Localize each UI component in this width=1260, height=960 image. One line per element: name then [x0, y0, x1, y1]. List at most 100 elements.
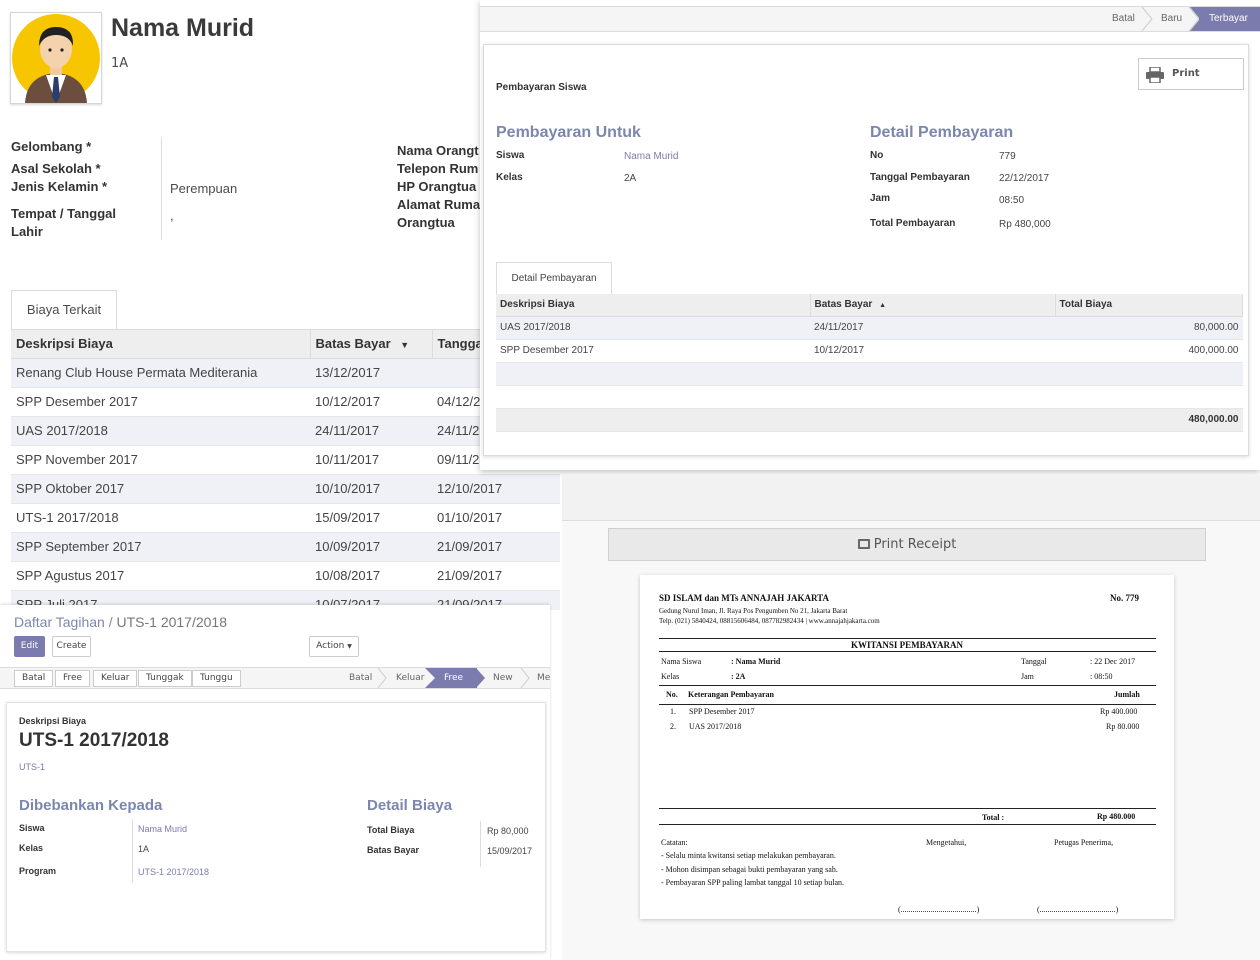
printer-icon	[1146, 67, 1164, 83]
field-value-jam: 08:50	[999, 195, 1025, 206]
breadcrumb-current: UTS-1 2017/2018	[116, 614, 228, 630]
catatan-label: Catatan:	[661, 838, 688, 847]
field-divider	[480, 821, 481, 867]
receipt-phone: Telp. (021) 5840424, 08815606484, 087782…	[659, 617, 880, 625]
field-value-no: 779	[999, 151, 1016, 162]
edit-button[interactable]: Edit	[14, 636, 45, 657]
signature-line: (......................................)	[898, 905, 980, 914]
table-row[interactable]: SPP November 2017 10/11/2017 09/11/2	[11, 445, 560, 475]
field-link-siswa[interactable]: Nama Murid	[624, 151, 678, 162]
table-row[interactable]: UAS 2017/2018 24/11/2017 80,000.00	[496, 316, 1243, 340]
field-label-total-pembayaran: Total Pembayaran	[870, 218, 956, 229]
status-step-terbayar[interactable]: Terbayar	[1199, 7, 1260, 31]
tab-biaya-terkait[interactable]: Biaya Terkait	[11, 290, 117, 330]
status-step-me[interactable]: Me	[528, 668, 550, 688]
field-value-tempat-tanggal[interactable]: ,	[170, 208, 174, 223]
field-divider	[132, 819, 133, 883]
field-link-program[interactable]: UTS-1 2017/2018	[138, 867, 209, 877]
batal-button[interactable]: Batal	[14, 670, 54, 687]
status-step-batal[interactable]: Batal	[1102, 7, 1145, 31]
column-header-batas-bayar[interactable]: Batas Bayar ▲	[810, 294, 1056, 317]
table-row[interactable]: SPP Agustus 2017 10/08/2017 21/09/2017	[11, 561, 560, 591]
status-step-free[interactable]: Free	[435, 668, 477, 688]
table-row[interactable]: UAS 2017/2018 24/11/2017 24/11/2	[11, 416, 560, 446]
column-header-total-biaya[interactable]: Total Biaya	[1055, 294, 1243, 317]
breadcrumb-parent[interactable]: Daftar Tagihan	[14, 614, 105, 630]
section-title-dibebankan: Dibebankan Kepada	[19, 797, 163, 814]
field-label-tanggal-pembayaran: Tanggal Pembayaran	[870, 172, 970, 183]
action-dropdown[interactable]: Action ▼	[309, 636, 359, 657]
field-label-batas-bayar: Batas Bayar	[367, 845, 420, 855]
field-value-total-biaya: Rp 80,000	[487, 826, 529, 836]
value-nama-siswa: : Nama Murid	[731, 657, 781, 666]
field-label-orangtua: Orangtua	[397, 215, 455, 230]
field-value-batas-bayar: 15/09/2017	[487, 846, 533, 856]
label-jam: Jam	[1021, 672, 1034, 681]
label-kelas: Kelas	[661, 672, 680, 681]
divider	[659, 651, 1156, 652]
print-receipt-button[interactable]: Print Receipt	[608, 528, 1206, 561]
divider	[659, 824, 1156, 825]
field-link-siswa[interactable]: Nama Murid	[138, 824, 187, 834]
create-button[interactable]: Create	[52, 636, 91, 657]
field-label-jam: Jam	[870, 193, 891, 204]
total-value: Rp 480.000	[1097, 812, 1136, 821]
col-jumlah: Jumlah	[1114, 690, 1140, 699]
note-item: - Mohon disimpan sebagai bukti pembayara…	[661, 865, 838, 874]
receipt-panel: Print Receipt SD ISLAM dan MTs ANNAJAH J…	[562, 475, 1260, 960]
field-value-kelas: 1A	[138, 844, 150, 854]
field-label-siswa: Siswa	[496, 150, 525, 161]
keluar-button[interactable]: Keluar	[93, 670, 138, 687]
sort-asc-icon: ▲	[879, 302, 887, 310]
column-header-batas-bayar[interactable]: Batas Bayar ▼	[310, 330, 433, 359]
student-name: Nama Murid	[111, 14, 255, 42]
step-arrow-icon	[1190, 7, 1202, 31]
tunggak-button[interactable]: Tunggak	[138, 670, 192, 687]
receipt-address: Gedung Nurul Iman, Jl. Raya Pos Pengumbe…	[659, 607, 848, 615]
field-value-kelas: 2A	[624, 173, 637, 184]
student-class: 1A	[111, 56, 129, 71]
field-label-no: No	[870, 150, 884, 161]
table-row[interactable]: SPP Desember 2017 10/12/2017 04/12/2	[11, 387, 560, 417]
item-no: 1.	[670, 707, 676, 716]
student-avatar[interactable]	[10, 12, 102, 104]
value-kelas: : 2A	[731, 672, 746, 681]
column-header-deskripsi[interactable]: Deskripsi Biaya	[496, 294, 811, 317]
tunggu-button[interactable]: Tunggu	[192, 670, 241, 687]
table-row[interactable]: SPP September 2017 10/09/2017 21/09/2017	[11, 532, 560, 562]
print-button[interactable]: Print	[1138, 58, 1244, 90]
table-row[interactable]: SPP Oktober 2017 10/10/2017 12/10/2017	[11, 474, 560, 504]
table-row-empty	[496, 385, 1243, 409]
column-header-deskripsi[interactable]: Deskripsi Biaya	[11, 330, 311, 359]
tagihan-code: UTS-1	[19, 762, 46, 772]
field-label-nama-orangtua: Nama Orangt	[397, 143, 479, 158]
table-row[interactable]: Renang Club House Permata Mediterania 13/…	[11, 358, 560, 388]
note-item: - Pembayaran SPP paling lambat tanggal 1…	[661, 878, 844, 887]
tagihan-title: UTS-1 2017/2018	[19, 730, 169, 751]
tagihan-status-bar: Batal Free Keluar Tunggak Tunggu Batal K…	[0, 667, 550, 689]
table-row[interactable]: SPP Desember 2017 10/12/2017 400,000.00	[496, 339, 1243, 363]
col-no: No.	[666, 690, 678, 699]
table-row[interactable]: UTS-1 2017/2018 15/09/2017 01/10/2017	[11, 503, 560, 533]
field-label-kelas: Kelas	[19, 843, 44, 853]
status-step-baru[interactable]: Baru	[1151, 7, 1192, 31]
step-arrow-icon	[425, 668, 437, 688]
tab-detail-pembayaran[interactable]: Detail Pembayaran	[496, 262, 612, 295]
field-label-kelas: Kelas	[496, 172, 523, 183]
col-keterangan: Keterangan Pembayaran	[688, 690, 774, 699]
receipt-school: SD ISLAM dan MTs ANNAJAH JAKARTA	[659, 593, 829, 603]
signature-line: (......................................)	[1037, 905, 1119, 914]
section-title-pembayaran-untuk: Pembayaran Untuk	[496, 124, 641, 141]
status-step-new[interactable]: New	[484, 668, 522, 688]
free-button[interactable]: Free	[55, 670, 91, 687]
mengetahui-label: Mengetahui,	[926, 838, 967, 847]
payment-form-panel: Batal Baru Terbayar Print Pembayaran Sis…	[480, 0, 1260, 470]
label-nama-siswa: Nama Siswa	[661, 657, 702, 666]
field-label-jenis-kelamin: Jenis Kelamin *	[11, 179, 108, 194]
item-jumlah: Rp 80.000	[1106, 722, 1140, 731]
field-label-asal-sekolah: Asal Sekolah *	[11, 161, 101, 176]
avatar-icon	[12, 14, 100, 103]
field-value-jenis-kelamin[interactable]: Perempuan	[170, 181, 237, 196]
field-label-telepon-rumah: Telepon Rum	[397, 161, 479, 176]
receipt-paper: SD ISLAM dan MTs ANNAJAH JAKARTA No. 779…	[640, 575, 1174, 919]
